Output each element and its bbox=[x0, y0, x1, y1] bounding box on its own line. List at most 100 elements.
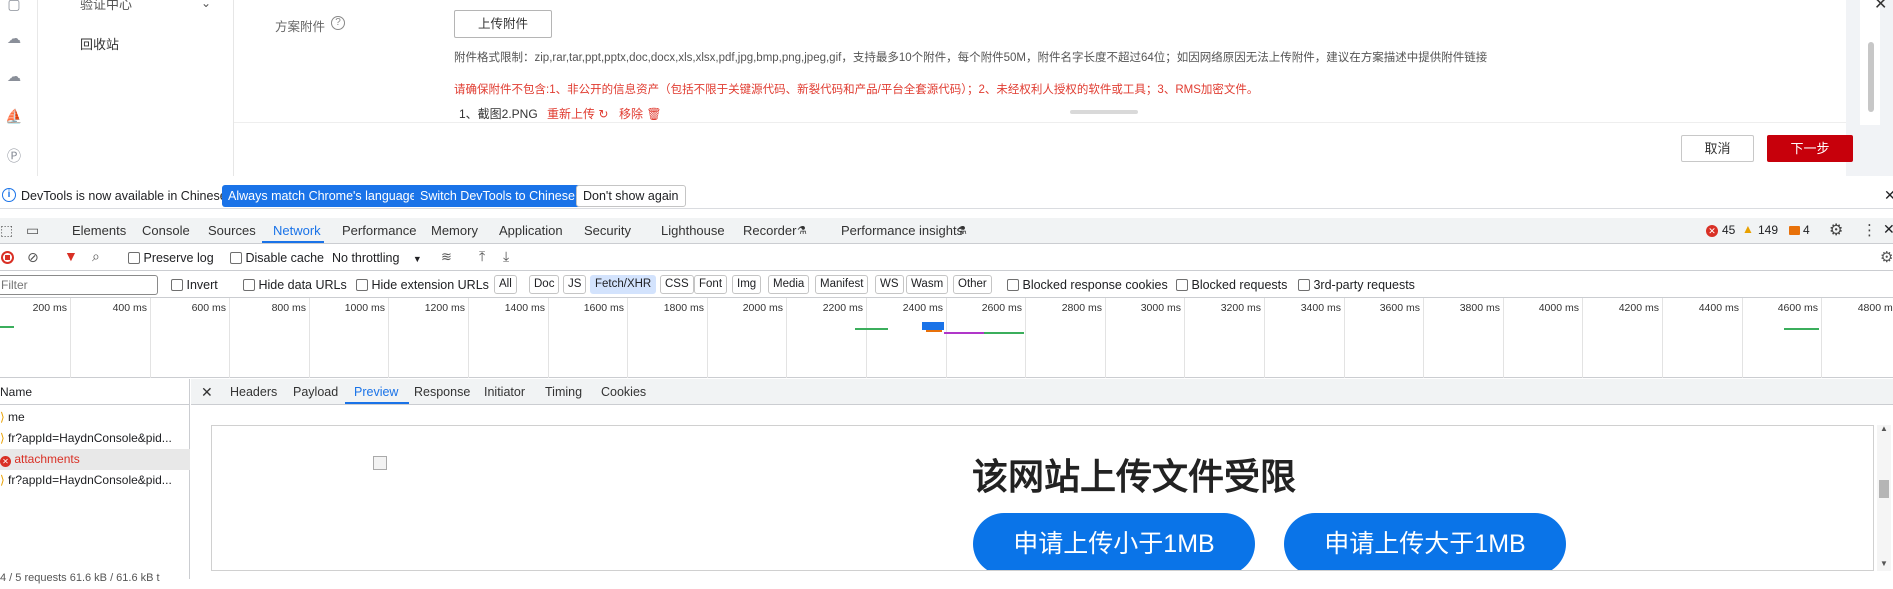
error-count[interactable]: 45 bbox=[1722, 223, 1735, 237]
tab-elements[interactable]: Elements bbox=[72, 218, 126, 244]
network-settings-icon[interactable]: ⚙ bbox=[1880, 248, 1893, 266]
ip-icon[interactable]: Ⓟ bbox=[4, 146, 24, 166]
tab-cookies[interactable]: Cookies bbox=[601, 379, 646, 405]
tab-initiator[interactable]: Initiator bbox=[484, 379, 525, 405]
throttling-select[interactable]: No throttling ▼ bbox=[332, 251, 422, 265]
detail-close-icon[interactable]: ✕ bbox=[201, 379, 213, 405]
nav-verify-center[interactable]: 验证中心 bbox=[80, 0, 132, 13]
hide-ext-label: Hide extension URLs bbox=[371, 278, 489, 292]
cloud-icon[interactable]: ☁ bbox=[4, 28, 24, 48]
apply-large-upload-button[interactable]: 申请上传大于1MB bbox=[1284, 513, 1566, 570]
disable-cache-checkbox[interactable]: Disable cache bbox=[230, 251, 324, 265]
third-party-checkbox[interactable]: 3rd-party requests bbox=[1298, 278, 1415, 292]
type-chip-ws[interactable]: WS bbox=[875, 275, 904, 294]
hide-data-urls-checkbox[interactable]: Hide data URLs bbox=[243, 278, 347, 292]
dont-show-again-button[interactable]: Don't show again bbox=[576, 185, 686, 207]
checkbox-box bbox=[1298, 279, 1310, 291]
type-chip-img[interactable]: Img bbox=[732, 275, 762, 294]
request-name: fr?appId=HaydnConsole&pid... bbox=[8, 431, 172, 445]
remove-link[interactable]: 移除 🗑 bbox=[619, 105, 662, 122]
tab-response[interactable]: Response bbox=[414, 379, 470, 405]
preview-scroll-thumb[interactable] bbox=[1879, 480, 1889, 498]
tab-console[interactable]: Console bbox=[142, 218, 190, 244]
preserve-log-checkbox[interactable]: Preserve log bbox=[128, 251, 214, 265]
request-row[interactable]: ⟩ fr?appId=HaydnConsole&pid... bbox=[0, 428, 190, 449]
type-chip-js[interactable]: JS bbox=[563, 275, 587, 294]
issues-count[interactable]: 4 bbox=[1803, 223, 1810, 237]
document-icon[interactable]: ▢ bbox=[4, 0, 24, 14]
warning-count[interactable]: 149 bbox=[1758, 223, 1778, 237]
infobar-close-icon[interactable]: ✕ bbox=[1884, 187, 1893, 204]
search-icon[interactable]: ⌕ bbox=[92, 248, 100, 265]
apply-small-upload-button[interactable]: 申请上传小于1MB bbox=[973, 513, 1255, 570]
tab-memory[interactable]: Memory bbox=[431, 218, 478, 244]
inspect-icon[interactable]: ⬚ bbox=[0, 222, 13, 239]
tab-security[interactable]: Security bbox=[584, 218, 631, 244]
error-icon[interactable]: ✕ bbox=[1706, 225, 1718, 237]
upload-attachment-button[interactable]: 上传附件 bbox=[454, 10, 552, 38]
blocked-requests-checkbox[interactable]: Blocked requests bbox=[1176, 278, 1287, 292]
reupload-link[interactable]: 重新上传 ↻ bbox=[547, 105, 608, 122]
nav-recycle-bin[interactable]: 回收站 bbox=[80, 34, 119, 53]
scroll-down-icon[interactable]: ▼ bbox=[1880, 559, 1888, 568]
preview-scrollbar[interactable]: ▲ ▼ bbox=[1877, 424, 1891, 571]
issues-icon[interactable] bbox=[1789, 226, 1800, 235]
tab-performance[interactable]: Performance bbox=[342, 218, 416, 244]
timeline-gridline bbox=[468, 298, 469, 378]
name-column-header[interactable]: Name bbox=[0, 379, 190, 405]
preserve-log-label: Preserve log bbox=[143, 251, 214, 265]
tab-headers[interactable]: Headers bbox=[230, 379, 277, 405]
type-chip-other[interactable]: Other bbox=[953, 275, 992, 294]
cloud-sync-icon[interactable]: ☁ bbox=[4, 66, 24, 86]
tab-application[interactable]: Application bbox=[499, 218, 563, 244]
filter-icon[interactable]: ▼ bbox=[64, 248, 78, 264]
type-chip-wasm[interactable]: Wasm bbox=[906, 275, 949, 294]
invert-checkbox[interactable]: Invert bbox=[171, 278, 218, 292]
page-scrollbar[interactable] bbox=[1860, 0, 1880, 125]
tab-recorder[interactable]: Recorder bbox=[743, 218, 796, 244]
page-scroll-thumb[interactable] bbox=[1868, 42, 1874, 112]
match-language-button[interactable]: Always match Chrome's language bbox=[222, 185, 423, 207]
help-icon[interactable]: ? bbox=[331, 16, 345, 30]
tab-performance-insights[interactable]: Performance insights bbox=[841, 218, 963, 244]
timeline-tick-label: 1000 ms bbox=[344, 302, 385, 314]
type-chip-fetch-xhr[interactable]: Fetch/XHR bbox=[590, 275, 657, 294]
type-chip-css[interactable]: CSS bbox=[660, 275, 694, 294]
blocked-cookies-checkbox[interactable]: Blocked response cookies bbox=[1007, 278, 1168, 292]
flask-icon: ⚗ bbox=[797, 225, 807, 237]
request-row[interactable]: ⟩ fr?appId=HaydnConsole&pid... bbox=[0, 470, 190, 491]
next-button[interactable]: 下一步 bbox=[1767, 135, 1853, 162]
horizontal-scroll-thumb[interactable] bbox=[1070, 110, 1138, 114]
settings-icon[interactable]: ⚙ bbox=[1829, 220, 1843, 240]
ship-icon[interactable]: ⛵ bbox=[4, 106, 24, 126]
device-toolbar-icon[interactable]: ▭ bbox=[26, 222, 39, 239]
type-chip-font[interactable]: Font bbox=[694, 275, 728, 294]
type-chip-doc[interactable]: Doc bbox=[529, 275, 560, 294]
request-row-selected[interactable]: ✕ attachments bbox=[0, 449, 190, 470]
network-conditions-icon[interactable]: ≋ bbox=[441, 249, 452, 265]
switch-chinese-button[interactable]: Switch DevTools to Chinese bbox=[414, 185, 581, 207]
network-overview-timeline[interactable]: 200 ms 400 ms 600 ms 800 ms 1000 ms 1200 ms 14… bbox=[0, 298, 1893, 378]
chevron-down-icon[interactable]: ⌄ bbox=[201, 0, 211, 10]
tab-sources[interactable]: Sources bbox=[208, 218, 256, 244]
more-options-icon[interactable]: ⋮ bbox=[1862, 221, 1877, 239]
type-chip-manifest[interactable]: Manifest bbox=[815, 275, 869, 294]
filter-input[interactable] bbox=[0, 275, 158, 295]
record-stop-icon[interactable] bbox=[1, 251, 14, 264]
type-chip-all[interactable]: All bbox=[494, 275, 517, 294]
close-icon[interactable]: ✕ bbox=[1874, 0, 1887, 14]
tab-timing[interactable]: Timing bbox=[545, 379, 582, 405]
timeline-tick-label: 3200 ms bbox=[1220, 302, 1261, 314]
cancel-button[interactable]: 取消 bbox=[1681, 135, 1754, 162]
warning-icon[interactable]: ▲ bbox=[1742, 222, 1754, 236]
tab-payload[interactable]: Payload bbox=[293, 379, 338, 405]
hide-extension-urls-checkbox[interactable]: Hide extension URLs bbox=[356, 278, 489, 292]
devtools-close-icon[interactable]: ✕ bbox=[1883, 221, 1893, 238]
tab-lighthouse[interactable]: Lighthouse bbox=[661, 218, 725, 244]
request-row[interactable]: ⟩ me bbox=[0, 407, 190, 428]
import-har-icon[interactable]: ⤒ bbox=[479, 248, 485, 265]
clear-icon[interactable]: ⊘ bbox=[27, 249, 39, 266]
export-har-icon[interactable]: ⤓ bbox=[503, 248, 509, 265]
scroll-up-icon[interactable]: ▲ bbox=[1880, 424, 1888, 433]
type-chip-media[interactable]: Media bbox=[768, 275, 810, 294]
